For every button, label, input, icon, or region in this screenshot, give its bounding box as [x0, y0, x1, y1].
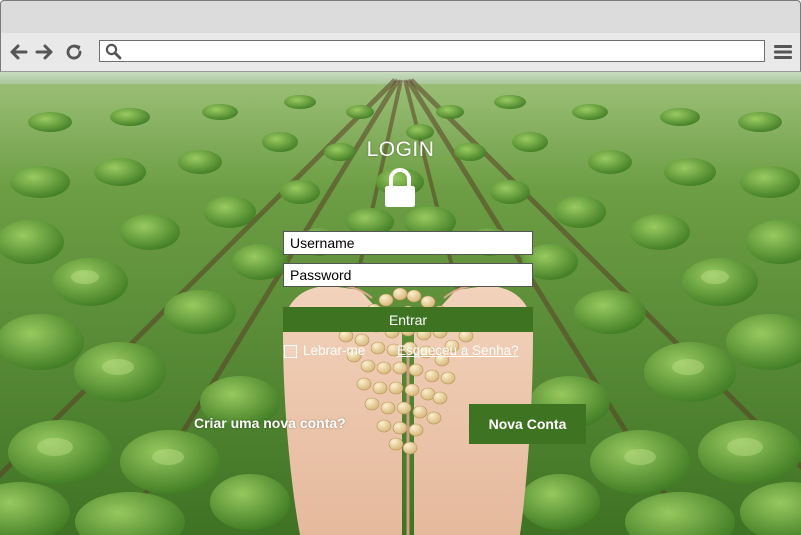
new-account-button[interactable]: Nova Conta	[469, 404, 586, 444]
password-field[interactable]	[283, 263, 533, 287]
browser-toolbar	[0, 33, 801, 72]
remember-me-label: Lebrar-me	[303, 343, 366, 358]
browser-window: LOGIN Entrar Lebrar-me Esqueceu a Senha?…	[0, 0, 801, 535]
lock-icon	[383, 168, 417, 208]
login-title: LOGIN	[366, 138, 435, 161]
url-bar[interactable]	[99, 40, 765, 62]
login-page: LOGIN Entrar Lebrar-me Esqueceu a Senha?…	[0, 72, 801, 535]
enter-button[interactable]: Entrar	[283, 307, 533, 332]
create-account-prompt: Criar uma nova conta?	[194, 415, 346, 431]
username-field[interactable]	[283, 231, 533, 255]
hamburger-menu-icon[interactable]	[773, 42, 793, 62]
reload-icon[interactable]	[64, 42, 84, 62]
remember-me-checkbox[interactable]	[284, 345, 297, 358]
search-icon	[105, 43, 122, 60]
arrow-left-icon[interactable]	[9, 42, 29, 62]
url-input[interactable]	[126, 42, 756, 60]
forgot-password-link[interactable]: Esqueceu a Senha?	[397, 343, 519, 358]
arrow-right-icon[interactable]	[34, 42, 54, 62]
browser-titlebar	[0, 0, 801, 34]
